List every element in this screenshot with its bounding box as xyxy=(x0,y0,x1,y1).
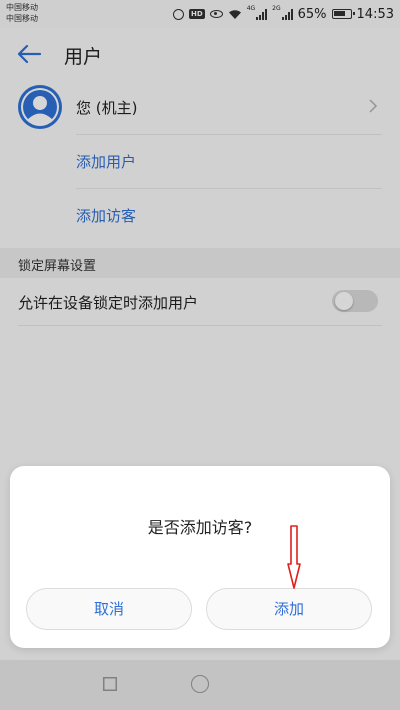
add-button[interactable]: 添加 xyxy=(206,588,372,630)
add-guest-dialog: 是否添加访客? 取消 添加 xyxy=(10,466,390,648)
dialog-message: 是否添加访客? xyxy=(147,518,253,537)
cancel-button[interactable]: 取消 xyxy=(26,588,192,630)
users-settings-page: 中国移动 中国移动 HD 4G 2G 65% 14:53 用户 您 (机主) 添… xyxy=(0,0,400,710)
annotation-arrow-icon xyxy=(287,525,301,589)
